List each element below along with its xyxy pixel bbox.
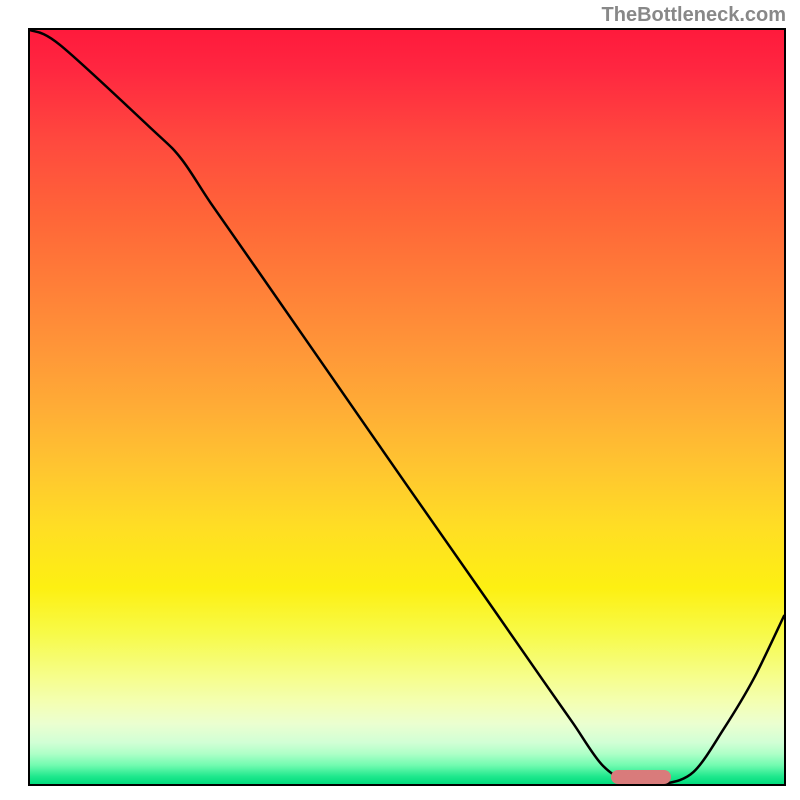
attribution-text: TheBottleneck.com [602, 4, 786, 27]
plot-area [28, 28, 786, 786]
bottleneck-curve [30, 30, 784, 784]
minimum-marker [611, 770, 671, 784]
curve-svg [30, 30, 784, 784]
